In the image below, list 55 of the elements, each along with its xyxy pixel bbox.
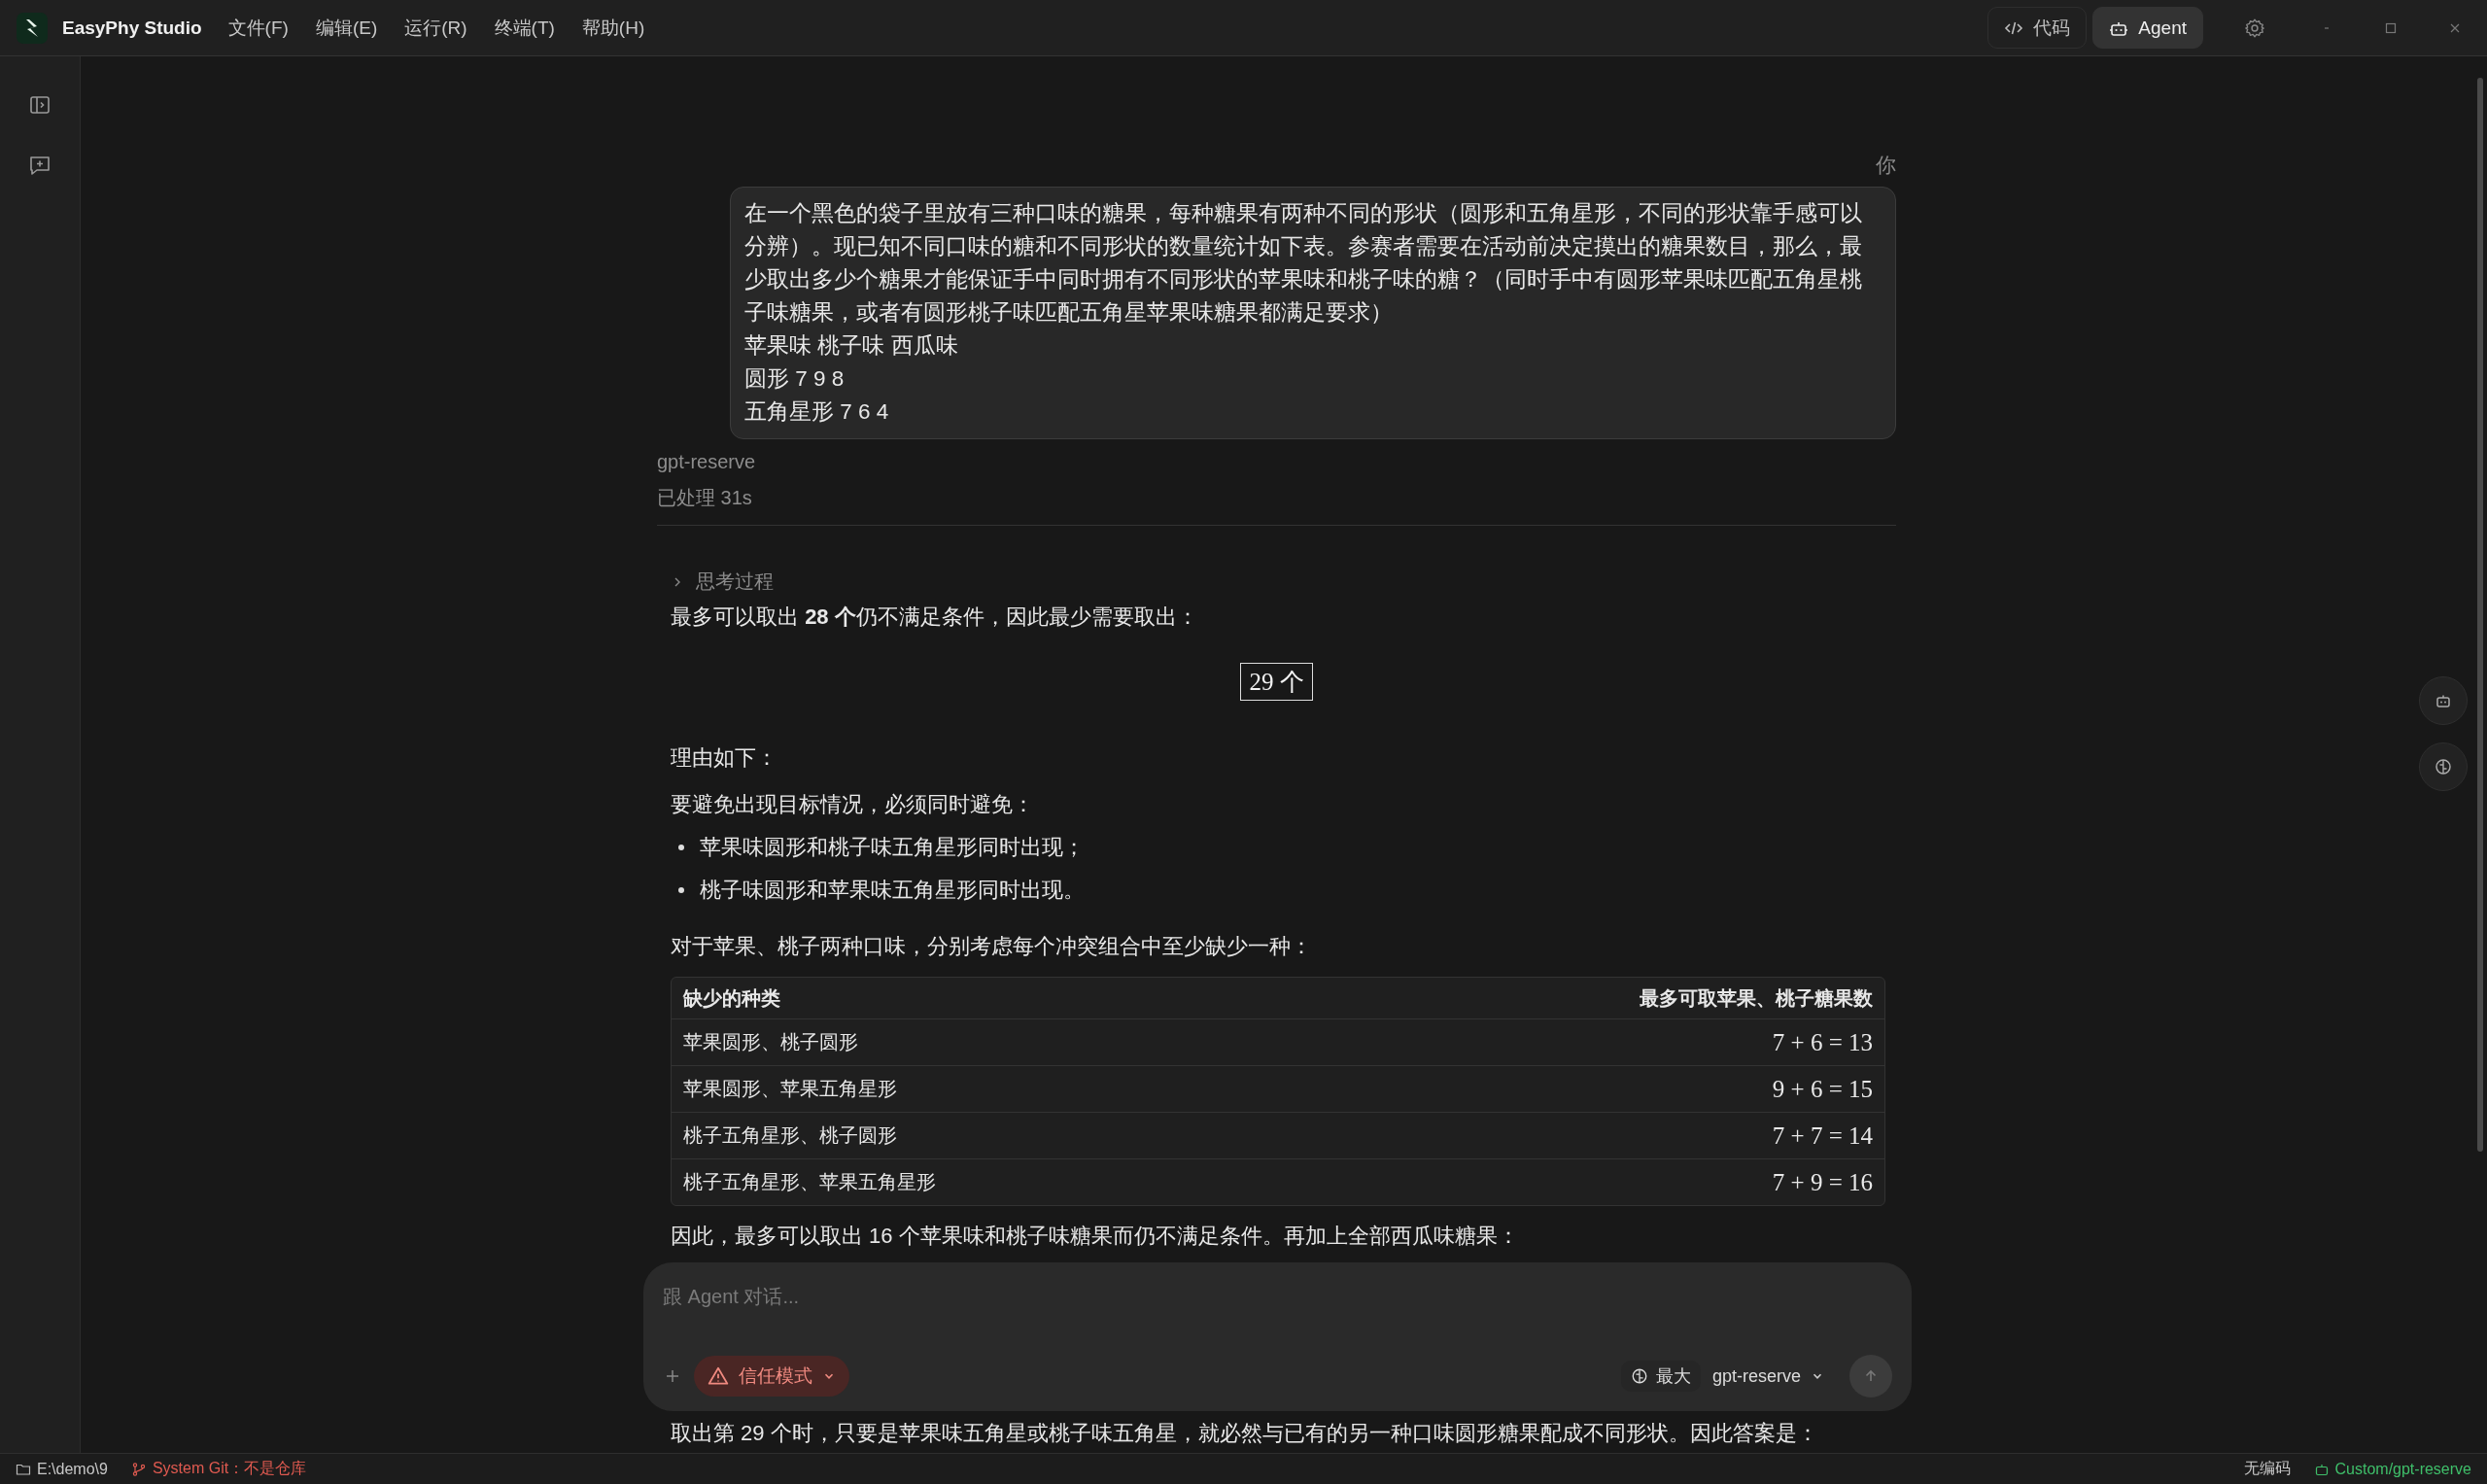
- user-label: 你: [1876, 153, 1896, 178]
- elapsed-time: 已处理 31s: [657, 486, 753, 510]
- bullet-item: 苹果味圆形和桃子味五角星形同时出现；: [700, 834, 1085, 861]
- answer-paragraph: 取出第 29 个时，只要是苹果味五角星或桃子味五角星，就必然与已有的另一种口味圆形糖果配成不同形状。因此答案是：: [671, 1420, 1819, 1447]
- answer-paragraph: 要避免出现目标情况，必须同时避免：: [671, 791, 1035, 818]
- folder-path[interactable]: E:\demo\9: [16, 1460, 108, 1478]
- table-header: 最多可取苹果、桃子糖果数: [1640, 985, 1873, 1011]
- bullet-item: 桃子味圆形和苹果味五角星形同时出现。: [700, 877, 1085, 904]
- app-name: EasyPhy Studio: [62, 17, 202, 39]
- table-cell: 9 + 6 = 15: [1772, 1075, 1873, 1103]
- table-cell-text: 桃子五角星形、桃子圆形: [683, 1123, 897, 1148]
- trust-mode-button[interactable]: 信任模式: [694, 1356, 849, 1397]
- table-cell-text: 桃子五角星形、苹果五角星形: [683, 1170, 936, 1194]
- model-select[interactable]: gpt-reserve: [1706, 1364, 1830, 1388]
- thinking-toggle[interactable]: 思考过程: [673, 569, 774, 595]
- agent-button[interactable]: [2419, 676, 2468, 725]
- table-cell: 7 + 6 = 13: [1772, 1028, 1873, 1056]
- app-logo-icon: [17, 12, 48, 44]
- message-line: 在一个黑色的袋子里放有三种口味的糖果，每种糖果有两种不同的形状（圆形和五角星形，不同的形状靠手感可以分辨）。现已知不同口味的糖和不同形状的数量统计如下表。参赛者需要在活动前决定摸出的糖果数目，那么，最少取出多少个糖果才能保证手中同时拥有不同形状的苹果味和桃子味的糖？（同时手中有圆形苹果味匹配五角星桃子味糖果，或者有圆形桃子味匹配五角星苹果味糖果都满足要求）: [744, 200, 1863, 327]
- table-cell: 7 + 7 = 14: [1772, 1122, 1873, 1150]
- send-button[interactable]: [1849, 1355, 1892, 1398]
- warning-icon: [708, 1365, 729, 1387]
- menu-item[interactable]: 文件(F): [227, 15, 289, 41]
- message-line: 苹果味 桃子味 西瓜味: [744, 332, 959, 360]
- branch-icon: [130, 1461, 147, 1477]
- answer-paragraph: 最多可以取出 28 个仍不满足条件，因此最少需要取出：: [671, 604, 1199, 631]
- message-line: 圆形 7 9 8: [744, 365, 846, 393]
- menu-item[interactable]: 编辑(E): [315, 15, 378, 41]
- message-line: 五角星形 7 6 4: [744, 398, 890, 426]
- mode-tab[interactable]: Agent: [2092, 7, 2203, 49]
- mode-tab[interactable]: 代码: [1987, 7, 2088, 49]
- table-cell-text: 苹果圆形、苹果五角星形: [683, 1077, 897, 1101]
- table-cell-text: 苹果圆形、桃子圆形: [683, 1030, 858, 1054]
- brain-icon: [2434, 757, 2453, 777]
- brain-button[interactable]: [2419, 742, 2468, 791]
- effort-button[interactable]: 最大: [1620, 1361, 1701, 1392]
- answer-paragraph: 对于苹果、桃子两种口味，分别考虑每个冲突组合中至少缺少一种：: [671, 933, 1313, 960]
- new-chat-icon[interactable]: [28, 154, 52, 177]
- menu-item[interactable]: 帮助(H): [581, 15, 645, 41]
- answer-paragraph: 理由如下：: [671, 744, 778, 772]
- answer-paragraph: 因此，最多可以取出 16 个苹果味和桃子味糖果而仍不满足条件。再加上全部西瓜味糖果：: [671, 1223, 1520, 1250]
- chat-input[interactable]: 跟 Agent 对话...: [663, 1280, 1892, 1313]
- git-status[interactable]: System Git：不是仓库: [130, 1459, 307, 1479]
- table-cell: 7 + 9 = 16: [1772, 1168, 1873, 1196]
- model-name: gpt-reserve: [657, 451, 757, 473]
- brain-icon: [1630, 1367, 1648, 1385]
- table-header: 缺少的种类: [683, 985, 780, 1011]
- encoding-status[interactable]: 无编码: [2243, 1459, 2291, 1479]
- agent-status[interactable]: Custom/gpt-reserve: [2313, 1460, 2471, 1478]
- boxed-answer: 29 个: [1240, 663, 1313, 701]
- maximize-icon[interactable]: [2384, 20, 2398, 35]
- menu-item[interactable]: 终端(T): [494, 15, 555, 41]
- menu-item[interactable]: 运行(R): [404, 15, 467, 41]
- panel-toggle-icon[interactable]: [28, 93, 52, 117]
- settings-icon[interactable]: [2244, 17, 2265, 39]
